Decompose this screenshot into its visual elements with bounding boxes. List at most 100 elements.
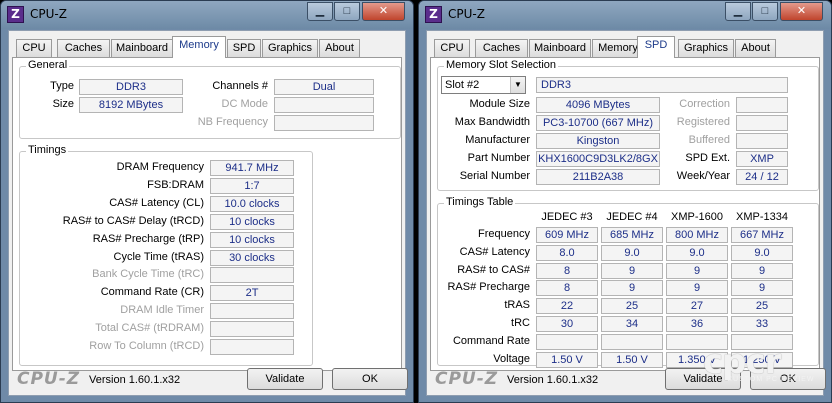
size-label: Size xyxy=(52,98,74,110)
maximize-button[interactable]: □ xyxy=(334,2,360,21)
tab-mainboard[interactable]: Mainboard xyxy=(111,39,173,57)
tab-about[interactable]: About xyxy=(319,39,360,57)
timings-cell xyxy=(536,333,598,350)
dc-mode-label: DC Mode xyxy=(221,98,268,110)
tab-graphics[interactable]: Graphics xyxy=(678,39,734,57)
slot-info-value xyxy=(736,133,788,149)
timing-label: CAS# Latency (CL) xyxy=(109,196,204,209)
general-group: General Type DDR3 Size 8192 MBytes Chann… xyxy=(19,59,401,139)
timing-value xyxy=(210,267,294,284)
tab-spd[interactable]: SPD xyxy=(637,36,675,58)
memory-slot-group: Memory Slot Selection Slot #2 ▼ DDR3 Mod… xyxy=(437,59,819,191)
cpuz-footer-logo: CPU-Z xyxy=(435,369,499,389)
timing-label: Cycle Time (tRAS) xyxy=(113,250,204,263)
close-button[interactable]: ✕ xyxy=(780,2,823,21)
title-bar[interactable]: Z CPU-Z ▁ □ ✕ xyxy=(1,1,413,29)
validate-button[interactable]: Validate xyxy=(247,368,323,390)
maximize-button[interactable]: □ xyxy=(752,2,778,21)
cpuz-window-spd: Z CPU-Z ▁ □ ✕ CPU Caches Mainboard Memor… xyxy=(418,0,832,403)
timings-cell: 9 xyxy=(731,280,793,297)
type-label: Type xyxy=(50,80,74,92)
timings-row-label: Voltage xyxy=(493,352,530,365)
timings-legend: Timings xyxy=(26,144,69,156)
timing-value xyxy=(210,321,294,338)
close-button[interactable]: ✕ xyxy=(362,2,405,21)
timing-value: 941.7 MHz xyxy=(210,160,294,176)
channels-value: Dual xyxy=(274,79,374,95)
tab-cpu[interactable]: CPU xyxy=(434,39,470,57)
slot-info-label: SPD Ext. xyxy=(685,152,730,164)
timing-label: RAS# Precharge (tRP) xyxy=(92,232,204,245)
window-title: CPU-Z xyxy=(448,7,485,21)
slot-info-value: Kingston xyxy=(536,133,660,149)
nb-frequency-label: NB Frequency xyxy=(197,116,268,128)
slot-info-value: XMP xyxy=(736,151,788,167)
slot-info-label: Module Size xyxy=(469,98,530,110)
timings-cell: 25 xyxy=(731,298,793,315)
timings-cell: 1.50 V xyxy=(601,351,663,368)
title-bar[interactable]: Z CPU-Z ▁ □ ✕ xyxy=(419,1,831,29)
timings-cell: 9.0 xyxy=(601,244,663,261)
timing-value: 30 clocks xyxy=(210,249,294,266)
version-label: Version 1.60.1.x32 xyxy=(89,374,181,386)
chevron-down-icon[interactable]: ▼ xyxy=(510,77,525,93)
tab-graphics[interactable]: Graphics xyxy=(262,39,318,57)
type-value: DDR3 xyxy=(79,79,183,95)
timings-cell: 9 xyxy=(666,262,728,279)
timing-label: DRAM Frequency xyxy=(116,161,204,173)
slot-info-value: PC3-10700 (667 MHz) xyxy=(536,115,660,131)
slot-info-label: Part Number xyxy=(467,152,530,164)
general-legend: General xyxy=(26,59,70,71)
window-client: CPU Caches Mainboard Memory SPD Graphics… xyxy=(8,30,408,396)
timings-cell: 1.50 V xyxy=(536,351,598,368)
slot-info-label: Serial Number xyxy=(459,170,530,182)
slot-info-label: Correction xyxy=(679,98,730,110)
minimize-button[interactable]: ▁ xyxy=(725,2,751,21)
timings-cell xyxy=(601,333,663,350)
timings-group: Timings DRAM Frequency 941.7 MHz FSB:DRAM 1… xyxy=(19,144,313,366)
spd-page: Memory Slot Selection Slot #2 ▼ DDR3 Mod… xyxy=(430,57,820,371)
tab-memory[interactable]: Memory xyxy=(172,36,226,58)
cpuz-app-icon: Z xyxy=(425,6,442,23)
timing-value: 10.0 clocks xyxy=(210,195,294,212)
window-title: CPU-Z xyxy=(30,7,67,21)
timings-row-label: tRAS xyxy=(504,299,530,312)
timings-cell: 9 xyxy=(731,262,793,279)
tab-caches[interactable]: Caches xyxy=(475,39,528,57)
tab-spd[interactable]: SPD xyxy=(227,39,261,57)
timings-cell: 667 MHz xyxy=(731,227,793,243)
timings-cell: 34 xyxy=(601,316,663,332)
timings-cell: 30 xyxy=(536,316,598,332)
timings-column-header: JEDEC #3 xyxy=(541,211,593,223)
version-label: Version 1.60.1.x32 xyxy=(507,374,599,386)
timings-cell: 9 xyxy=(666,280,728,297)
timing-label: RAS# to CAS# Delay (tRCD) xyxy=(62,214,204,227)
tab-cpu[interactable]: CPU xyxy=(16,39,52,57)
timings-cell: 800 MHz xyxy=(666,227,728,243)
tab-caches[interactable]: Caches xyxy=(57,39,110,57)
slot-info-label: Manufacturer xyxy=(465,134,530,146)
timing-label: Total CAS# (tRDRAM) xyxy=(95,322,204,335)
watermark-subtext: CUSTOM PC REVIEW xyxy=(727,376,815,383)
slot-select[interactable]: Slot #2 ▼ xyxy=(441,76,526,94)
timings-row-label: RAS# Precharge xyxy=(447,281,530,294)
timings-cell: 9.0 xyxy=(731,244,793,261)
cpuz-app-icon: Z xyxy=(7,6,24,23)
slot-info-label: Week/Year xyxy=(676,170,730,182)
memory-slot-legend: Memory Slot Selection xyxy=(444,59,559,71)
minimize-button[interactable]: ▁ xyxy=(307,2,333,21)
timings-cell: 9 xyxy=(601,280,663,297)
tab-about[interactable]: About xyxy=(735,39,776,57)
timing-value: 2T xyxy=(210,285,294,302)
cpuz-footer-logo: CPU-Z xyxy=(17,369,81,389)
slot-select-value: Slot #2 xyxy=(445,79,480,91)
timings-column-header: JEDEC #4 xyxy=(606,211,658,223)
cpuz-window-memory: Z CPU-Z ▁ □ ✕ CPU Caches Mainboard Memor… xyxy=(0,0,414,403)
timings-cell: 27 xyxy=(666,298,728,315)
ok-button[interactable]: OK xyxy=(332,368,408,390)
slot-info-label: Max Bandwidth xyxy=(454,116,530,128)
tab-mainboard[interactable]: Mainboard xyxy=(529,39,591,57)
timings-row-label: CAS# Latency xyxy=(459,245,530,258)
size-value: 8192 MBytes xyxy=(79,97,183,113)
channels-label: Channels # xyxy=(212,80,268,92)
